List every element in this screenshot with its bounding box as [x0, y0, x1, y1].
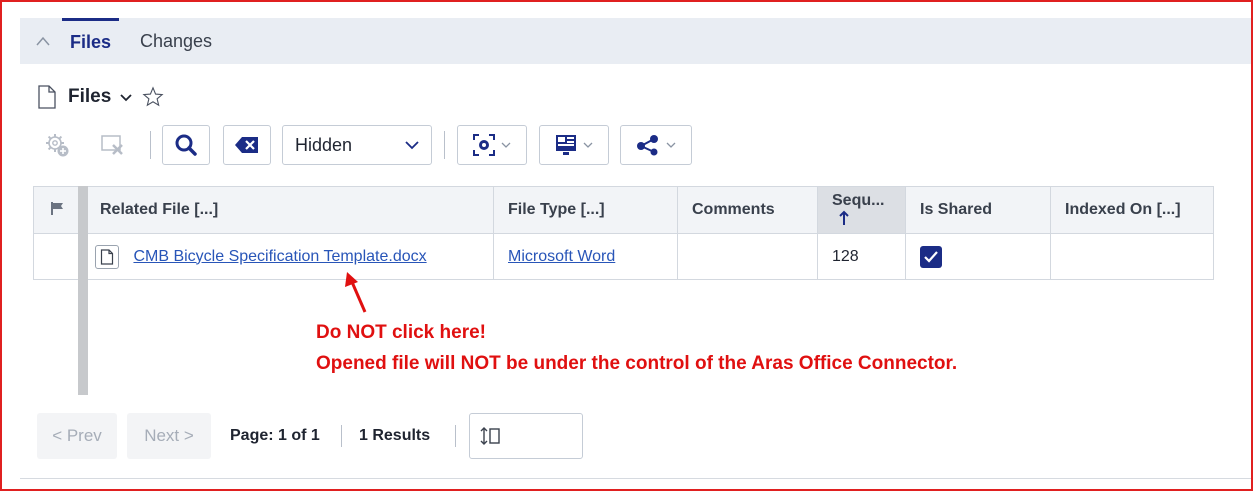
- star-icon[interactable]: [142, 86, 164, 108]
- column-header-sequence[interactable]: Sequ...: [817, 186, 906, 234]
- prev-page-button[interactable]: < Prev: [37, 413, 117, 459]
- column-header-is-shared[interactable]: Is Shared: [905, 186, 1051, 234]
- file-type-cell: Microsoft Word: [493, 233, 678, 280]
- filter-dropdown-value: Hidden: [295, 134, 353, 155]
- related-file-link[interactable]: CMB Bicycle Specification Template.docx: [133, 248, 426, 265]
- toolbar: Hidden: [37, 123, 737, 167]
- remove-icon[interactable]: [93, 125, 133, 165]
- files-title: Files: [68, 86, 112, 107]
- flag-icon: [50, 201, 63, 215]
- layout-icon: [556, 135, 576, 155]
- document-icon: [38, 85, 56, 109]
- related-file-cell: CMB Bicycle Specification Template.docx: [79, 233, 494, 280]
- tab-files[interactable]: Files: [62, 18, 120, 64]
- sequence-cell[interactable]: 128: [817, 233, 906, 280]
- sort-ascending-icon: [839, 210, 849, 225]
- next-page-button[interactable]: Next >: [127, 413, 211, 459]
- layout-dropdown[interactable]: [539, 125, 609, 165]
- table-row[interactable]: CMB Bicycle Specification Template.docx …: [33, 233, 1214, 280]
- share-dropdown[interactable]: [620, 125, 692, 165]
- chevron-down-icon: [583, 142, 593, 148]
- page-size-icon: [480, 427, 500, 445]
- pager-separator: [341, 425, 342, 447]
- pager: < Prev Next > Page: 1 of 1 1 Results: [37, 413, 597, 459]
- indexed-on-cell[interactable]: [1050, 233, 1214, 280]
- tab-changes[interactable]: Changes: [132, 18, 220, 64]
- is-shared-cell: [905, 233, 1051, 280]
- column-header-file-type[interactable]: File Type [...]: [493, 186, 678, 234]
- chevron-up-icon[interactable]: [30, 28, 56, 54]
- file-type-link[interactable]: Microsoft Word: [508, 248, 615, 265]
- toolbar-separator: [444, 131, 445, 159]
- tab-bar: Files Changes: [20, 18, 1251, 64]
- files-header: Files: [37, 82, 164, 112]
- annotation-arrow: [345, 272, 367, 313]
- toolbar-separator: [150, 131, 151, 159]
- grid-header-row: Related File [...] File Type [...] Comme…: [33, 186, 1214, 234]
- column-header-comments[interactable]: Comments: [677, 186, 818, 234]
- comments-cell[interactable]: [677, 233, 818, 280]
- chevron-down-icon: [666, 142, 676, 148]
- chevron-down-icon: [405, 141, 419, 150]
- annotation-warning-line2: Opened file will NOT be under the contro…: [316, 353, 958, 374]
- clear-button[interactable]: [223, 125, 271, 165]
- column-header-sequence-label: Sequ...: [832, 191, 885, 209]
- view-icon: [473, 134, 495, 156]
- view-dropdown[interactable]: [457, 125, 527, 165]
- search-icon: [175, 134, 197, 156]
- grid-frozen-divider[interactable]: [78, 186, 88, 395]
- annotation-warning-line1: Do NOT click here!: [316, 322, 486, 343]
- file-icon[interactable]: [95, 244, 119, 269]
- search-button[interactable]: [162, 125, 210, 165]
- column-header-flag[interactable]: [33, 186, 80, 234]
- chevron-down-icon[interactable]: [119, 90, 133, 104]
- files-grid: Related File [...] File Type [...] Comme…: [33, 186, 1214, 280]
- share-icon: [637, 135, 658, 156]
- page-size-input[interactable]: [469, 413, 583, 459]
- chevron-down-icon: [501, 142, 511, 148]
- results-count: 1 Results: [359, 427, 431, 444]
- tab-changes-label: Changes: [140, 30, 213, 51]
- tab-files-label: Files: [70, 32, 112, 52]
- panel-bottom-border: [20, 478, 1251, 479]
- row-flag-cell[interactable]: [33, 233, 80, 280]
- add-gear-icon[interactable]: [37, 125, 77, 165]
- filter-dropdown[interactable]: Hidden: [282, 125, 432, 165]
- is-shared-checkbox[interactable]: [920, 245, 942, 268]
- clear-backspace-icon: [235, 137, 258, 153]
- column-header-indexed-on[interactable]: Indexed On [...]: [1050, 186, 1214, 234]
- pager-separator: [455, 425, 456, 447]
- page-indicator: Page: 1 of 1: [230, 427, 320, 444]
- checkmark-icon: [924, 250, 938, 263]
- column-header-related-file[interactable]: Related File [...]: [79, 186, 494, 234]
